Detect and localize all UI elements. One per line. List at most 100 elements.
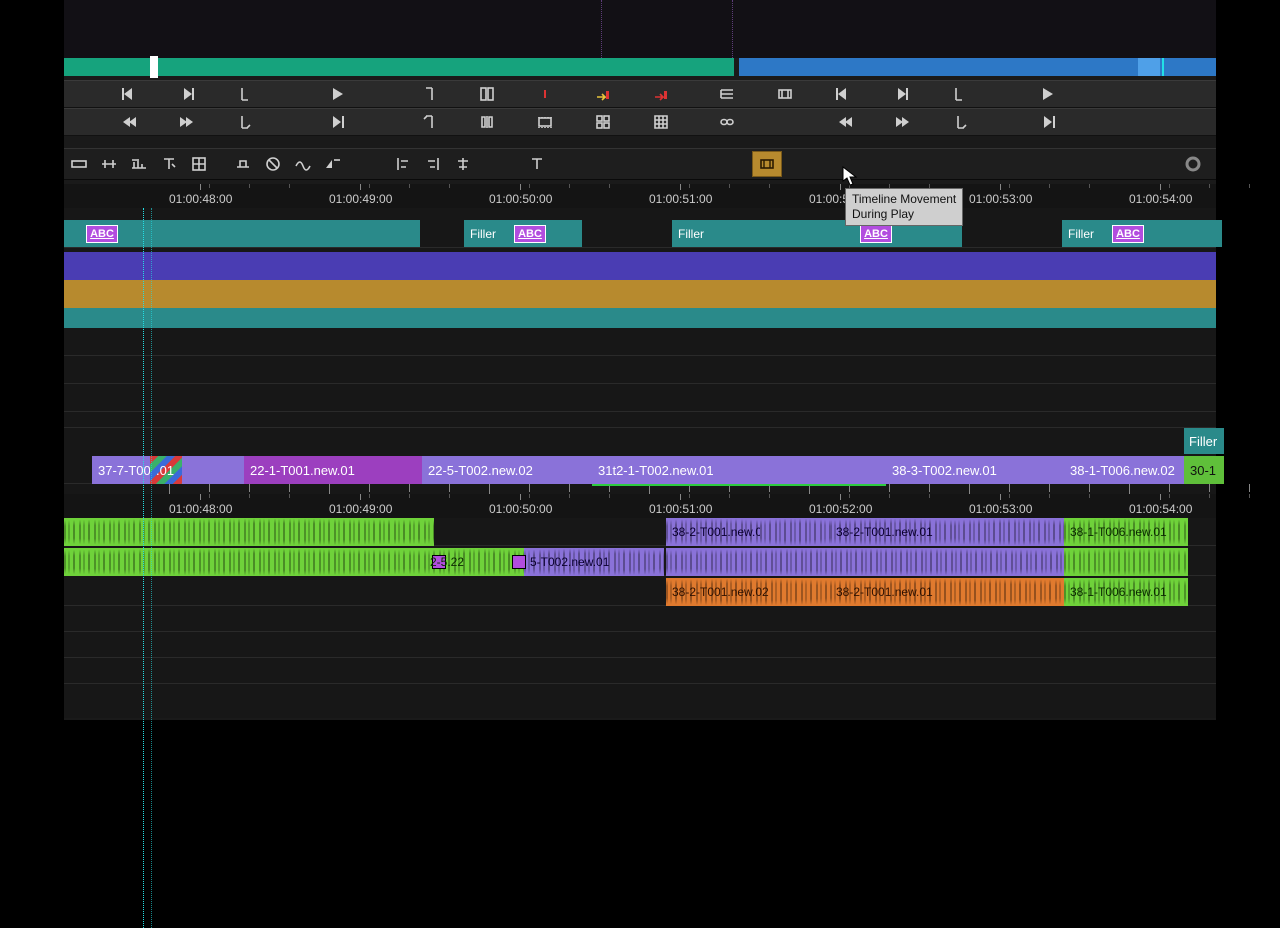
audio-clip[interactable] <box>954 518 1064 546</box>
audio-track-a3[interactable]: 38-2-T001.new.0238-2-T001.new.0138-1-T00… <box>64 578 1216 606</box>
filmstrip-button[interactable] <box>532 111 558 133</box>
grid-4-button[interactable] <box>590 111 616 133</box>
audio-clip[interactable]: 2-5.22 <box>424 548 524 576</box>
next-frame-button[interactable] <box>174 111 200 133</box>
prev-frame-2-button[interactable] <box>832 111 858 133</box>
abc-badge[interactable]: ABC <box>514 225 546 243</box>
audio-clip[interactable]: 5-T002.new.01 <box>524 548 664 576</box>
caption-track[interactable]: ABCFillerABCFillerABCFillerABC <box>64 220 1216 248</box>
center-split-button[interactable] <box>474 111 500 133</box>
mark-out-button[interactable] <box>232 83 258 105</box>
audio-clip[interactable]: 38-2-T001.new.02 <box>666 518 760 546</box>
tracks-area[interactable]: ABCFillerABCFillerABCFillerABC Filler 37… <box>64 208 1216 718</box>
segment-mode-button[interactable] <box>64 151 94 177</box>
go-to-out-button[interactable] <box>232 111 258 133</box>
video-clip[interactable]: 31t2-1-T002.new.01 <box>592 456 886 484</box>
empty-track[interactable] <box>64 384 1216 412</box>
empty-track[interactable] <box>64 412 1216 428</box>
split-button[interactable] <box>474 83 500 105</box>
audio-clip[interactable]: 38-1-T006.new.01 <box>1064 578 1188 606</box>
align-right-button[interactable] <box>418 151 448 177</box>
empty-track[interactable] <box>64 328 1216 356</box>
record-marker-icon[interactable] <box>532 83 558 105</box>
abc-badge[interactable]: ABC <box>1112 225 1144 243</box>
empty-track[interactable] <box>64 356 1216 384</box>
audio-clip[interactable] <box>64 518 434 546</box>
empty-track[interactable] <box>64 658 1216 684</box>
transition-button[interactable] <box>318 151 348 177</box>
mark-in-button[interactable] <box>416 83 442 105</box>
video-clip[interactable]: 38-1-T006.new.02 <box>1064 456 1184 484</box>
step-forward-2-button[interactable] <box>888 83 914 105</box>
step-forward-button[interactable] <box>174 83 200 105</box>
play-to-end-button[interactable] <box>1036 111 1062 133</box>
audio-clip[interactable]: 38-2-T001.new.01 <box>830 518 954 546</box>
play-in-out-button[interactable] <box>324 111 350 133</box>
audio-clip[interactable] <box>1064 548 1188 576</box>
link-button[interactable] <box>714 111 740 133</box>
trim-mode-button[interactable] <box>94 151 124 177</box>
next-frame-2-button[interactable] <box>890 111 916 133</box>
abc-badge[interactable]: ABC <box>86 225 118 243</box>
overview-range-left[interactable] <box>64 58 734 76</box>
video-clip[interactable]: 30-1 <box>1184 456 1224 484</box>
sync-marker[interactable] <box>512 555 526 569</box>
record-circle-button[interactable] <box>1178 151 1208 177</box>
list-view-button[interactable] <box>714 83 740 105</box>
empty-track[interactable] <box>64 606 1216 632</box>
effect-mode-button[interactable] <box>124 151 154 177</box>
audio-clip[interactable]: 38-2-T001.new.02 <box>666 578 830 606</box>
filler-label: Filler <box>470 227 496 241</box>
mark-out-2-button[interactable] <box>946 83 972 105</box>
ruler-label: 01:00:49:00 <box>329 502 392 516</box>
overview-strip[interactable] <box>64 58 1216 76</box>
video-clip[interactable]: 38-3-T002.new.01 <box>886 456 1064 484</box>
abc-badge[interactable]: ABC <box>860 225 892 243</box>
audio-clip[interactable] <box>760 518 830 546</box>
video-track-v1[interactable]: 37-7-T00.01 22-1-T001.new.0122-5-T002.new… <box>64 456 1216 484</box>
grid-9-button[interactable] <box>648 111 674 133</box>
prev-frame-button[interactable] <box>116 111 142 133</box>
frame-view-button[interactable] <box>772 83 798 105</box>
sync-indicator <box>592 484 886 486</box>
audio-clip[interactable] <box>666 548 1064 576</box>
ruler-tick: 01:00:54:00 <box>1129 184 1192 208</box>
title-tool-button[interactable] <box>522 151 552 177</box>
play-2-button[interactable] <box>1034 83 1060 105</box>
align-left-button[interactable] <box>388 151 418 177</box>
filler-clip[interactable]: Filler <box>1184 428 1224 454</box>
text-tool-button[interactable] <box>154 151 184 177</box>
audio-clip[interactable]: 38-2-T001.new.01 <box>830 578 1064 606</box>
time-ruler-top[interactable]: 01:00:48:0001:00:49:0001:00:50:0001:00:5… <box>64 184 1216 208</box>
step-back-2-button[interactable] <box>830 83 856 105</box>
video-clip[interactable]: 37-7-T00 <box>92 456 150 484</box>
insert-button[interactable] <box>590 83 616 105</box>
step-back-button[interactable] <box>116 83 142 105</box>
go-to-out-2-button[interactable] <box>948 111 974 133</box>
audio-track-a1[interactable]: 38-2-T001.new.02 38-2-T001.new.01 38-1-T00… <box>64 518 1216 546</box>
video-clip[interactable]: 22-1-T001.new.01 <box>244 456 422 484</box>
video-clip[interactable]: 22-5-T002.new.02 <box>422 456 592 484</box>
overview-range-right[interactable] <box>739 58 1216 76</box>
align-center-button[interactable] <box>448 151 478 177</box>
go-to-in-button[interactable] <box>416 111 442 133</box>
overview-playhead-handle[interactable] <box>150 56 158 78</box>
video-track-v3[interactable] <box>64 252 1216 280</box>
audio-track-a2[interactable]: 2-5.225-T002.new.01 <box>64 548 1216 576</box>
smart-tool-button[interactable] <box>184 151 214 177</box>
time-ruler-bottom[interactable]: 01:00:48:0001:00:49:0001:00:50:0001:00:5… <box>64 494 1216 518</box>
video-track-v2[interactable] <box>64 280 1216 308</box>
empty-track[interactable] <box>64 632 1216 658</box>
motion-effect-button[interactable] <box>288 151 318 177</box>
video-clip[interactable] <box>182 456 244 484</box>
overwrite-button[interactable] <box>648 83 674 105</box>
timeline-movement-button[interactable] <box>752 151 782 177</box>
audio-clip[interactable]: 38-1-T006.new.01 <box>1064 518 1188 546</box>
video-track-v1-band[interactable] <box>64 308 1216 328</box>
lift-button[interactable] <box>228 151 258 177</box>
playhead[interactable] <box>143 208 144 928</box>
play-button[interactable] <box>324 83 350 105</box>
audio-clip[interactable] <box>64 548 424 576</box>
remove-effect-button[interactable] <box>258 151 288 177</box>
video-clip[interactable]: .01 <box>150 456 182 484</box>
